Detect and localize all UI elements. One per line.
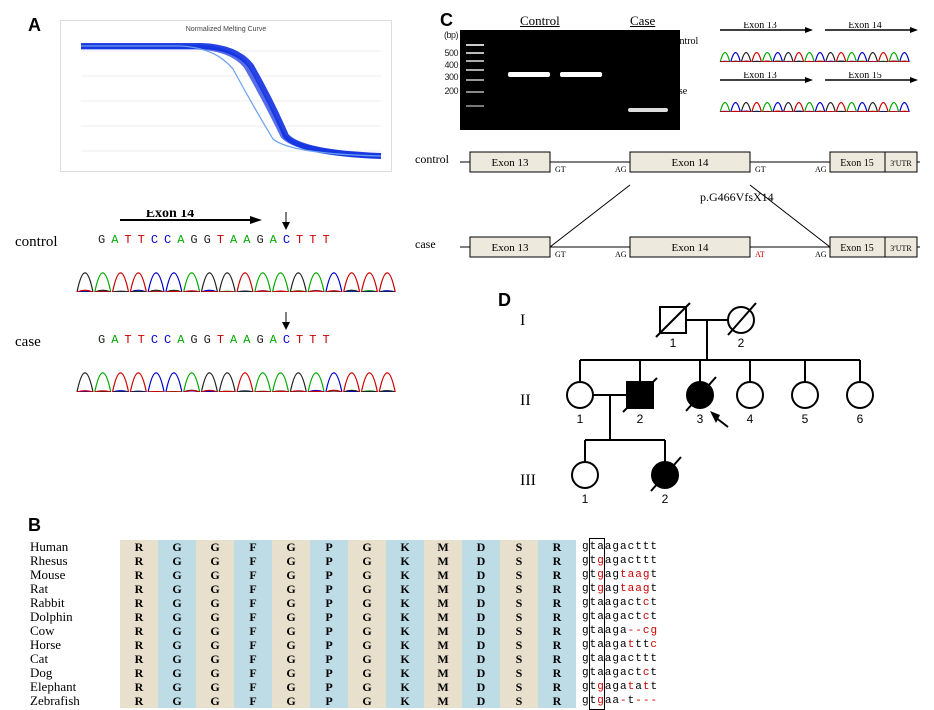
alignment-row: HumanRGGFGPGKMDSRgtaagacttt xyxy=(30,540,910,554)
svg-text:Exon 14: Exon 14 xyxy=(672,157,709,169)
svg-text:AT: AT xyxy=(755,250,765,259)
svg-text:Exon 14: Exon 14 xyxy=(672,242,709,254)
alignment-row: RabbitRGGFGPGKMDSRgtaagactct xyxy=(30,596,910,610)
svg-text:4: 4 xyxy=(747,412,754,426)
exon-diagram-case: case Exon 13 GT AG Exon 14 AT AG Exon 15… xyxy=(460,235,900,298)
melting-curve-plot: Normalized Melting Curve xyxy=(60,20,392,172)
svg-text:1: 1 xyxy=(582,492,589,506)
svg-text:2: 2 xyxy=(738,336,745,350)
svg-text:3'UTR: 3'UTR xyxy=(890,159,912,168)
svg-text:AG: AG xyxy=(815,165,827,174)
mini-sanger-control: Exon 13 Exon 14 control xyxy=(710,22,910,62)
svg-text:5: 5 xyxy=(802,412,809,426)
panel-B-label: B xyxy=(28,515,41,536)
bp-label: (bp) xyxy=(442,30,458,40)
conservation-alignment: HumanRGGFGPGKMDSRgtaagactttRhesusRGGFGPG… xyxy=(30,540,910,708)
svg-text:Exon 13: Exon 13 xyxy=(492,157,529,169)
svg-text:Exon 13: Exon 13 xyxy=(492,242,529,254)
svg-text:Exon 14: Exon 14 xyxy=(146,210,195,221)
svg-text:Exon 15: Exon 15 xyxy=(840,158,874,169)
svg-text:3: 3 xyxy=(697,412,704,426)
variant-label: p.G466VfsX14 xyxy=(700,190,774,205)
gel-header-case: Case xyxy=(630,13,655,29)
panel-C-label: C xyxy=(440,10,453,31)
svg-text:3'UTR: 3'UTR xyxy=(890,244,912,253)
sanger-control-block: Exon 14 control GATTCCAGGTAAGACTTT xyxy=(70,210,410,292)
svg-text:I: I xyxy=(520,312,525,329)
svg-text:2: 2 xyxy=(662,492,669,506)
pedigree-chart: I II III 1 2 1 2 xyxy=(510,295,900,525)
alignment-row: RhesusRGGFGPGKMDSRgtgagacttt xyxy=(30,554,910,568)
exon-diagram-control: control Exon 13 GT AG Exon 14 GT AG Exon… xyxy=(460,150,900,183)
alignment-row: ElephantRGGFGPGKMDSRgtgagatatt xyxy=(30,680,910,694)
svg-text:GT: GT xyxy=(555,250,566,259)
mini-sanger-case: Exon 13 Exon 15 case xyxy=(710,72,910,112)
multi-panel-figure: A B C D Normalized Melting Curve Exon 14 xyxy=(10,10,924,684)
melting-title: Normalized Melting Curve xyxy=(186,26,267,33)
alignment-row: ZebrafishRGGFGPGKMDSRgtgaa-t--- xyxy=(30,694,910,708)
sanger-case-block: case GATTCCAGGTAAGACTTT xyxy=(70,310,410,392)
svg-text:AG: AG xyxy=(815,250,827,259)
svg-text:1: 1 xyxy=(670,336,677,350)
svg-text:GT: GT xyxy=(555,165,566,174)
svg-text:Exon 14: Exon 14 xyxy=(848,22,882,31)
alignment-row: CatRGGFGPGKMDSRgtaagacttt xyxy=(30,652,910,666)
alignment-row: DogRGGFGPGKMDSRgtaagactct xyxy=(30,666,910,680)
svg-text:Exon 15: Exon 15 xyxy=(848,72,882,81)
alignment-row: CowRGGFGPGKMDSRgtaaga--cg xyxy=(30,624,910,638)
svg-text:2: 2 xyxy=(637,412,644,426)
svg-text:II: II xyxy=(520,392,531,409)
alignment-row: HorseRGGFGPGKMDSRgtaagatttc xyxy=(30,638,910,652)
svg-text:Exon 15: Exon 15 xyxy=(840,243,874,254)
svg-text:III: III xyxy=(520,472,536,489)
svg-text:AG: AG xyxy=(615,250,627,259)
svg-text:Exon 13: Exon 13 xyxy=(743,22,777,31)
svg-text:6: 6 xyxy=(857,412,864,426)
panel-A-label: A xyxy=(28,15,41,36)
svg-text:1: 1 xyxy=(577,412,584,426)
svg-text:GT: GT xyxy=(755,165,766,174)
alignment-row: MouseRGGFGPGKMDSRgtgagtaagt xyxy=(30,568,910,582)
gel-image xyxy=(460,30,680,130)
alignment-row: DolphinRGGFGPGKMDSRgtaagactct xyxy=(30,610,910,624)
gel-header-control: Control xyxy=(520,13,560,29)
svg-text:AG: AG xyxy=(615,165,627,174)
alignment-row: RatRGGFGPGKMDSRgtgagtaagt xyxy=(30,582,910,596)
svg-text:Exon 13: Exon 13 xyxy=(743,72,777,81)
